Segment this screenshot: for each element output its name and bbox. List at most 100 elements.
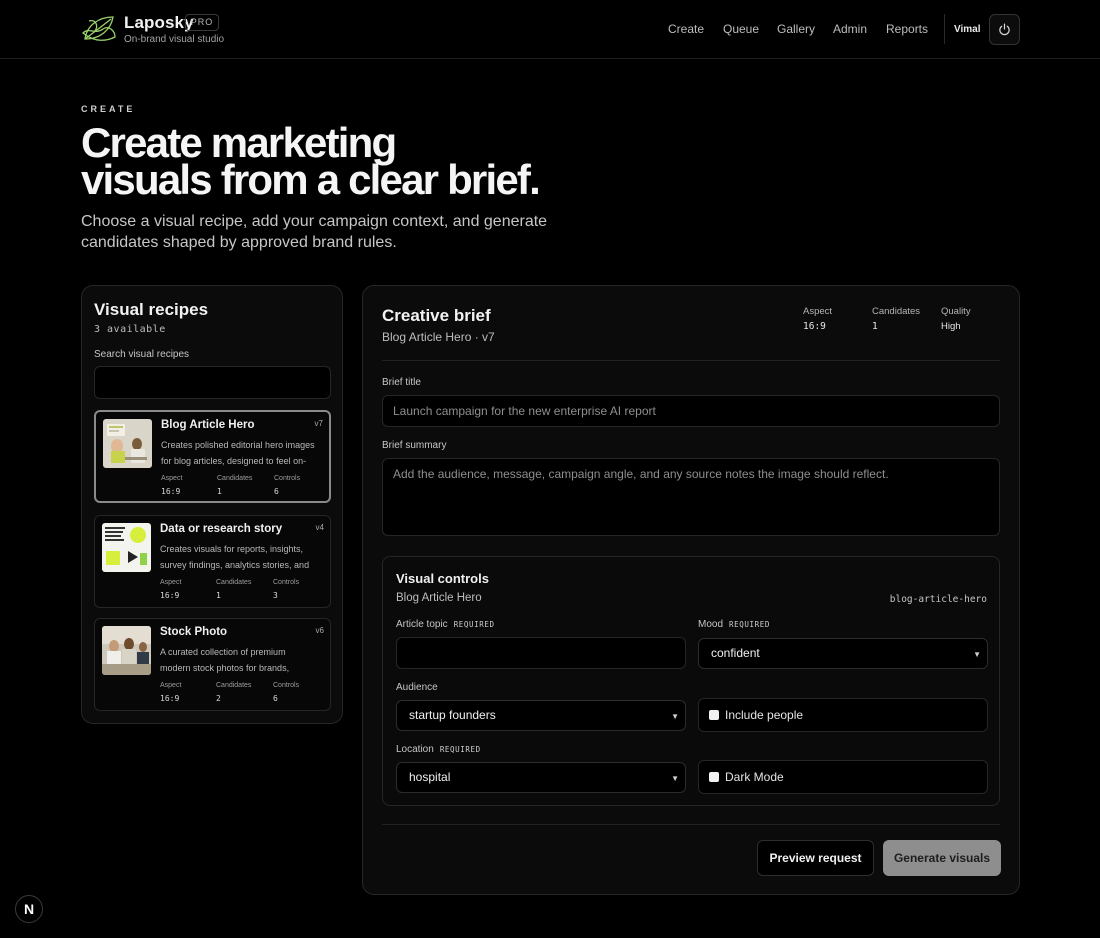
required-tag: REQUIRED bbox=[729, 620, 770, 629]
recipe-controls-value: 3 bbox=[273, 591, 278, 600]
recipe-name: Stock Photo bbox=[160, 626, 228, 638]
recipe-description: Creates visuals for reports, insights, s… bbox=[160, 544, 310, 570]
dark-mode-checkbox[interactable] bbox=[709, 772, 719, 782]
stat-candidates-label: Candidates bbox=[872, 306, 921, 317]
recipe-controls-value: 6 bbox=[273, 694, 278, 703]
preview-request-button[interactable]: Preview request bbox=[757, 840, 874, 876]
plan-badge: PRO bbox=[185, 14, 219, 31]
recipe-aspect-value: 16:9 bbox=[160, 591, 180, 600]
brief-summary-textarea[interactable] bbox=[382, 458, 1000, 536]
required-tag: REQUIRED bbox=[439, 745, 481, 754]
recipe-version: v6 bbox=[315, 626, 324, 635]
brief-title-label: Brief title bbox=[382, 377, 421, 388]
nav-gallery[interactable]: Gallery bbox=[777, 22, 815, 36]
stat-aspect-label: Aspect bbox=[803, 306, 833, 317]
recipe-version: v4 bbox=[315, 523, 324, 532]
recipe-candidates-value: 1 bbox=[216, 591, 221, 600]
recipe-search-input[interactable] bbox=[94, 366, 331, 399]
stat-quality-label: Quality bbox=[941, 306, 971, 317]
power-icon bbox=[999, 23, 1010, 36]
generate-visuals-button[interactable]: Generate visuals bbox=[883, 840, 1001, 876]
visual-controls-title: Visual controls bbox=[396, 571, 489, 586]
location-select[interactable]: hospital ▼ bbox=[396, 762, 686, 793]
brief-panel-subtitle: Blog Article Hero · v7 bbox=[382, 330, 495, 344]
nav-admin[interactable]: Admin bbox=[833, 22, 867, 36]
location-label: Location REQUIRED bbox=[396, 744, 481, 755]
audience-select-value: startup founders bbox=[409, 708, 496, 722]
chevron-down-icon: ▼ bbox=[973, 650, 981, 659]
mood-select[interactable]: confident ▼ bbox=[698, 638, 988, 669]
nav-queue[interactable]: Queue bbox=[723, 22, 759, 36]
location-select-value: hospital bbox=[409, 770, 451, 784]
top-navigation-bar: Laposky PRO On-brand visual studio Creat… bbox=[0, 0, 1100, 59]
recipe-candidates-value: 1 bbox=[217, 487, 222, 496]
recipe-aspect-label: Aspect bbox=[160, 682, 182, 689]
brand-tagline: On-brand visual studio bbox=[124, 34, 225, 45]
mood-label-text: Mood bbox=[698, 619, 724, 630]
recipe-candidates-value: 2 bbox=[216, 694, 221, 703]
brief-title-input[interactable] bbox=[382, 395, 1000, 427]
laposky-logo-icon[interactable] bbox=[81, 13, 117, 45]
dark-mode-label: Dark Mode bbox=[725, 770, 784, 784]
chevron-down-icon: ▼ bbox=[671, 774, 679, 783]
recipe-card-data-research-story[interactable]: Data or research story v4 Creates visual… bbox=[94, 515, 331, 608]
brief-summary-label: Brief summary bbox=[382, 440, 447, 451]
recipe-candidates-label: Candidates bbox=[217, 475, 253, 482]
recipe-aspect-value: 16:9 bbox=[160, 694, 180, 703]
stat-quality-value: High bbox=[941, 321, 961, 332]
recipe-aspect-label: Aspect bbox=[160, 579, 182, 586]
recipe-card-blog-article-hero[interactable]: Blog Article Hero v7 Creates polished ed… bbox=[94, 410, 331, 503]
visual-recipes-panel: Visual recipes 3 available Search visual… bbox=[81, 285, 343, 724]
nav-reports[interactable]: Reports bbox=[886, 22, 928, 36]
page-description: Choose a visual recipe, add your campaig… bbox=[81, 213, 548, 251]
include-people-option[interactable]: Include people bbox=[698, 698, 988, 732]
stat-aspect-value: 16:9 bbox=[803, 321, 826, 332]
visual-controls-section: Visual controls Blog Article Hero blog-a… bbox=[382, 556, 1000, 806]
brand-name[interactable]: Laposky bbox=[124, 13, 194, 33]
recipe-card-stock-photo[interactable]: Stock Photo v6 A curated collection of p… bbox=[94, 618, 331, 711]
page-title: Create marketing visuals from a clear br… bbox=[81, 122, 641, 203]
recipe-controls-label: Controls bbox=[274, 475, 301, 482]
recipes-title: Visual recipes bbox=[94, 300, 209, 319]
recipe-version: v7 bbox=[314, 419, 323, 428]
include-people-checkbox[interactable] bbox=[709, 710, 719, 720]
article-topic-input[interactable] bbox=[396, 637, 686, 669]
include-people-label: Include people bbox=[725, 708, 804, 722]
brief-panel-title: Creative brief bbox=[382, 306, 491, 325]
mood-select-value: confident bbox=[711, 646, 760, 660]
section-divider bbox=[382, 824, 1000, 825]
nav-create[interactable]: Create bbox=[668, 22, 704, 36]
recipe-description: Creates polished editorial hero images f… bbox=[161, 440, 315, 466]
recipe-thumbnail bbox=[102, 523, 151, 572]
framework-badge[interactable]: N bbox=[15, 895, 43, 923]
stat-candidates-value: 1 bbox=[872, 321, 878, 332]
dark-mode-option[interactable]: Dark Mode bbox=[698, 760, 988, 794]
recipe-candidates-label: Candidates bbox=[216, 682, 252, 689]
sign-out-button[interactable] bbox=[989, 14, 1020, 45]
page-eyebrow: CREATE bbox=[81, 104, 136, 114]
recipe-controls-label: Controls bbox=[273, 579, 300, 586]
audience-label: Audience bbox=[396, 682, 438, 693]
article-topic-label-text: Article topic bbox=[396, 619, 448, 630]
recipe-controls-value: 6 bbox=[274, 487, 279, 496]
user-name[interactable]: Vimal bbox=[954, 24, 981, 35]
page-title-line-2: visuals from a clear brief. bbox=[81, 156, 541, 203]
recipe-name: Data or research story bbox=[160, 523, 283, 535]
recipe-candidates-label: Candidates bbox=[216, 579, 252, 586]
recipe-aspect-label: Aspect bbox=[161, 475, 183, 482]
recipe-key: blog-article-hero bbox=[889, 594, 987, 605]
audience-select[interactable]: startup founders ▼ bbox=[396, 700, 686, 731]
visual-controls-subtitle: Blog Article Hero bbox=[396, 592, 482, 604]
recipes-count: 3 available bbox=[94, 324, 166, 335]
recipe-search-label: Search visual recipes bbox=[94, 349, 190, 360]
recipe-aspect-value: 16:9 bbox=[161, 487, 181, 496]
nav-divider bbox=[944, 14, 945, 44]
creative-brief-panel: Creative brief Blog Article Hero · v7 As… bbox=[362, 285, 1020, 895]
recipe-thumbnail bbox=[103, 419, 152, 468]
chevron-down-icon: ▼ bbox=[671, 712, 679, 721]
required-tag: REQUIRED bbox=[453, 620, 495, 629]
mood-label: Mood REQUIRED bbox=[698, 619, 770, 630]
recipe-description: A curated collection of premium modern s… bbox=[160, 647, 290, 673]
recipe-name: Blog Article Hero bbox=[161, 419, 255, 431]
recipe-controls-label: Controls bbox=[273, 682, 300, 689]
